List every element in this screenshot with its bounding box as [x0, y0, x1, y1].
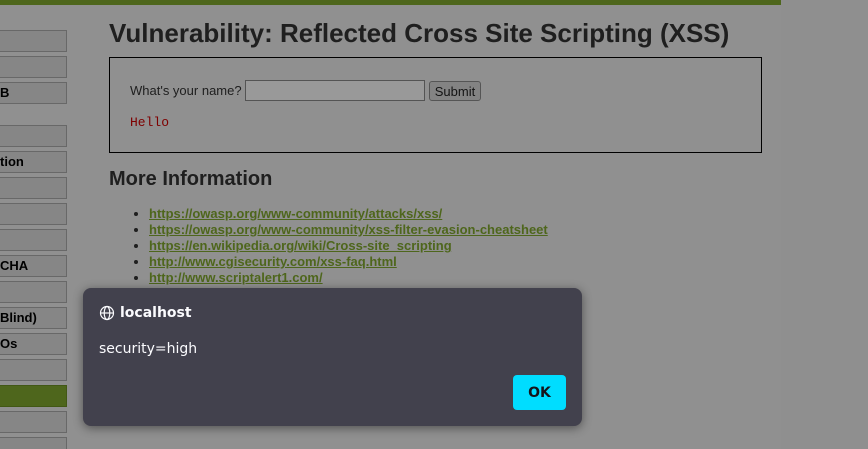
- dialog-origin: localhost: [99, 304, 192, 322]
- alert-dialog: localhost security=high OK: [83, 288, 582, 426]
- dialog-origin-text: localhost: [120, 305, 192, 321]
- dialog-message: security=high: [99, 341, 198, 357]
- ok-button[interactable]: OK: [513, 375, 566, 410]
- globe-icon: [99, 305, 115, 321]
